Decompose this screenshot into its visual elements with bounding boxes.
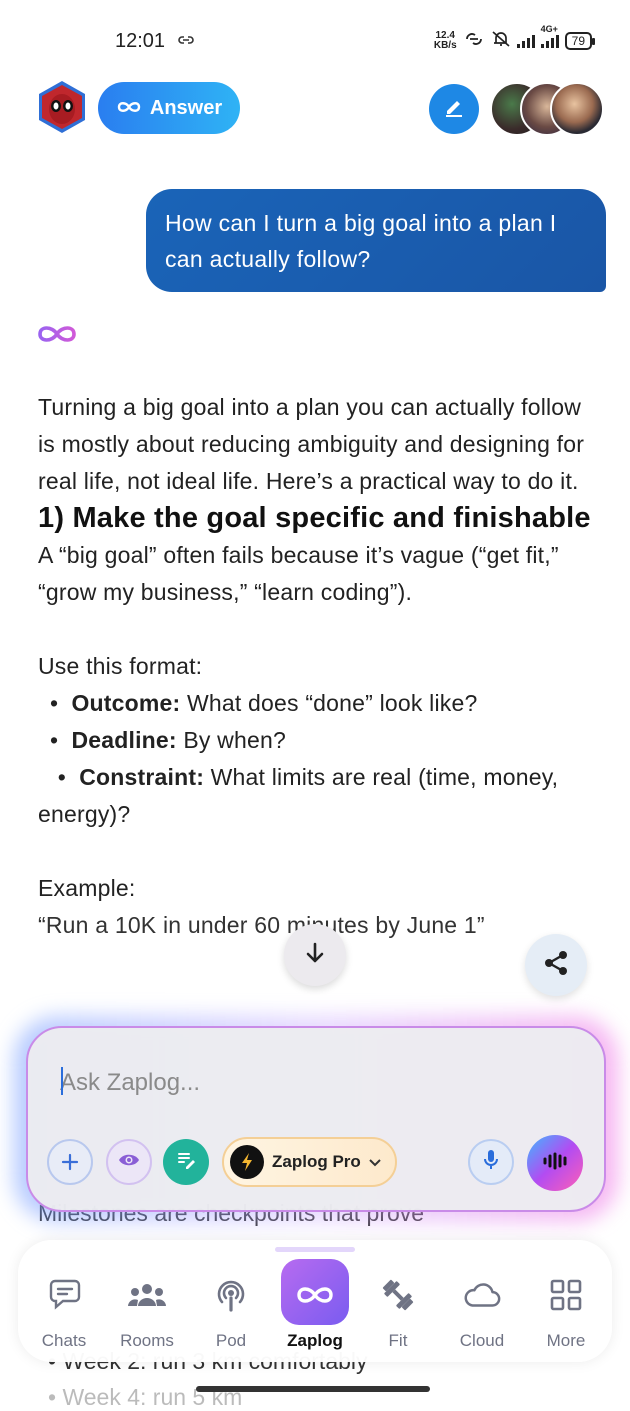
nav-label: Chats bbox=[41, 1331, 87, 1350]
zaplog-logo-icon bbox=[37, 322, 77, 351]
battery-icon: 79 bbox=[564, 31, 596, 50]
model-selector[interactable]: Zaplog Pro bbox=[222, 1137, 397, 1187]
model-name: Zaplog Pro bbox=[272, 1152, 361, 1171]
nav-label: Cloud bbox=[459, 1331, 505, 1350]
cloud-icon bbox=[462, 1275, 502, 1315]
grid-icon bbox=[546, 1275, 586, 1315]
mute-icon bbox=[491, 30, 511, 51]
eye-icon bbox=[117, 1152, 141, 1173]
status-icons: 12.4 KB/s 4G+ 79 bbox=[433, 24, 596, 51]
bullet-item: • Deadline: By when? bbox=[50, 727, 286, 753]
bullet-text: What does “done” look like? bbox=[180, 690, 478, 716]
answer-mode-button[interactable]: Answer bbox=[98, 82, 240, 134]
signal-4g-icon: 4G+ bbox=[540, 24, 559, 48]
podcast-icon bbox=[211, 1275, 251, 1315]
net-speed-value: 12.4 bbox=[435, 29, 455, 41]
network-type: 4G+ bbox=[540, 23, 558, 34]
assistant-answer: Turning a big goal into a plan you can a… bbox=[38, 389, 598, 944]
share-button[interactable] bbox=[525, 934, 587, 996]
nav-label: Zaplog bbox=[287, 1331, 343, 1350]
share-icon bbox=[541, 948, 571, 983]
answer-mode-label: Answer bbox=[149, 96, 223, 119]
net-speed-unit: KB/s bbox=[433, 39, 457, 51]
pencil-icon bbox=[442, 95, 466, 124]
dumbbell-icon bbox=[378, 1275, 418, 1315]
arrow-down-icon bbox=[302, 940, 328, 971]
bullet-item: • Outcome: What does “done” look like? bbox=[50, 690, 478, 716]
bullet-item: • Constraint: What limits are real (time… bbox=[38, 764, 559, 827]
example-label: Example: bbox=[38, 875, 136, 901]
plus-icon bbox=[61, 1146, 79, 1178]
bullet-text: By when? bbox=[176, 727, 286, 753]
home-indicator[interactable] bbox=[196, 1386, 430, 1392]
nav-label: Fit bbox=[388, 1331, 408, 1350]
text-caret bbox=[61, 1067, 63, 1095]
people-group-icon bbox=[127, 1275, 167, 1315]
user-avatar[interactable] bbox=[34, 79, 90, 135]
new-chat-button[interactable] bbox=[429, 84, 479, 134]
chat-bubbles-icon bbox=[44, 1275, 84, 1315]
nav-label: Pod bbox=[215, 1331, 247, 1350]
signal-icon bbox=[516, 34, 535, 48]
lightning-icon bbox=[230, 1145, 264, 1179]
scroll-down-button[interactable] bbox=[284, 924, 346, 986]
voice-mode-button[interactable] bbox=[527, 1135, 583, 1191]
active-tab-indicator bbox=[275, 1247, 355, 1252]
infinity-icon bbox=[295, 1275, 335, 1315]
net-speed: 12.4 KB/s bbox=[433, 29, 457, 51]
infinity-icon bbox=[116, 97, 142, 120]
bullet-term: Outcome: bbox=[71, 690, 181, 716]
format-intro: Use this format: bbox=[38, 653, 203, 679]
nav-label: Rooms bbox=[120, 1331, 174, 1350]
notes-button[interactable] bbox=[163, 1139, 209, 1185]
microphone-button[interactable] bbox=[468, 1139, 514, 1185]
participants-avatars[interactable] bbox=[490, 82, 608, 136]
bullet-term: Deadline: bbox=[71, 727, 177, 753]
participant-avatar bbox=[550, 82, 604, 136]
hotspot-icon bbox=[463, 31, 485, 50]
note-edit-icon bbox=[175, 1149, 197, 1176]
nav-label: More bbox=[546, 1331, 586, 1350]
ask-input[interactable] bbox=[58, 1062, 462, 1104]
microphone-icon bbox=[482, 1149, 500, 1176]
link-icon bbox=[178, 33, 194, 50]
answer-intro: Turning a big goal into a plan you can a… bbox=[38, 394, 585, 494]
vision-button[interactable] bbox=[106, 1139, 152, 1185]
add-attachment-button[interactable] bbox=[47, 1139, 93, 1185]
chevron-down-icon bbox=[369, 1152, 381, 1172]
section-text: A “big goal” often fails because it’s va… bbox=[38, 542, 559, 605]
waveform-icon bbox=[542, 1151, 568, 1176]
user-message-bubble: How can I turn a big goal into a plan I … bbox=[146, 189, 606, 292]
status-time: 12:01 bbox=[115, 30, 166, 52]
bullet-term: Constraint: bbox=[79, 764, 205, 790]
section-heading: 1) Make the goal specific and finishable bbox=[38, 502, 591, 534]
